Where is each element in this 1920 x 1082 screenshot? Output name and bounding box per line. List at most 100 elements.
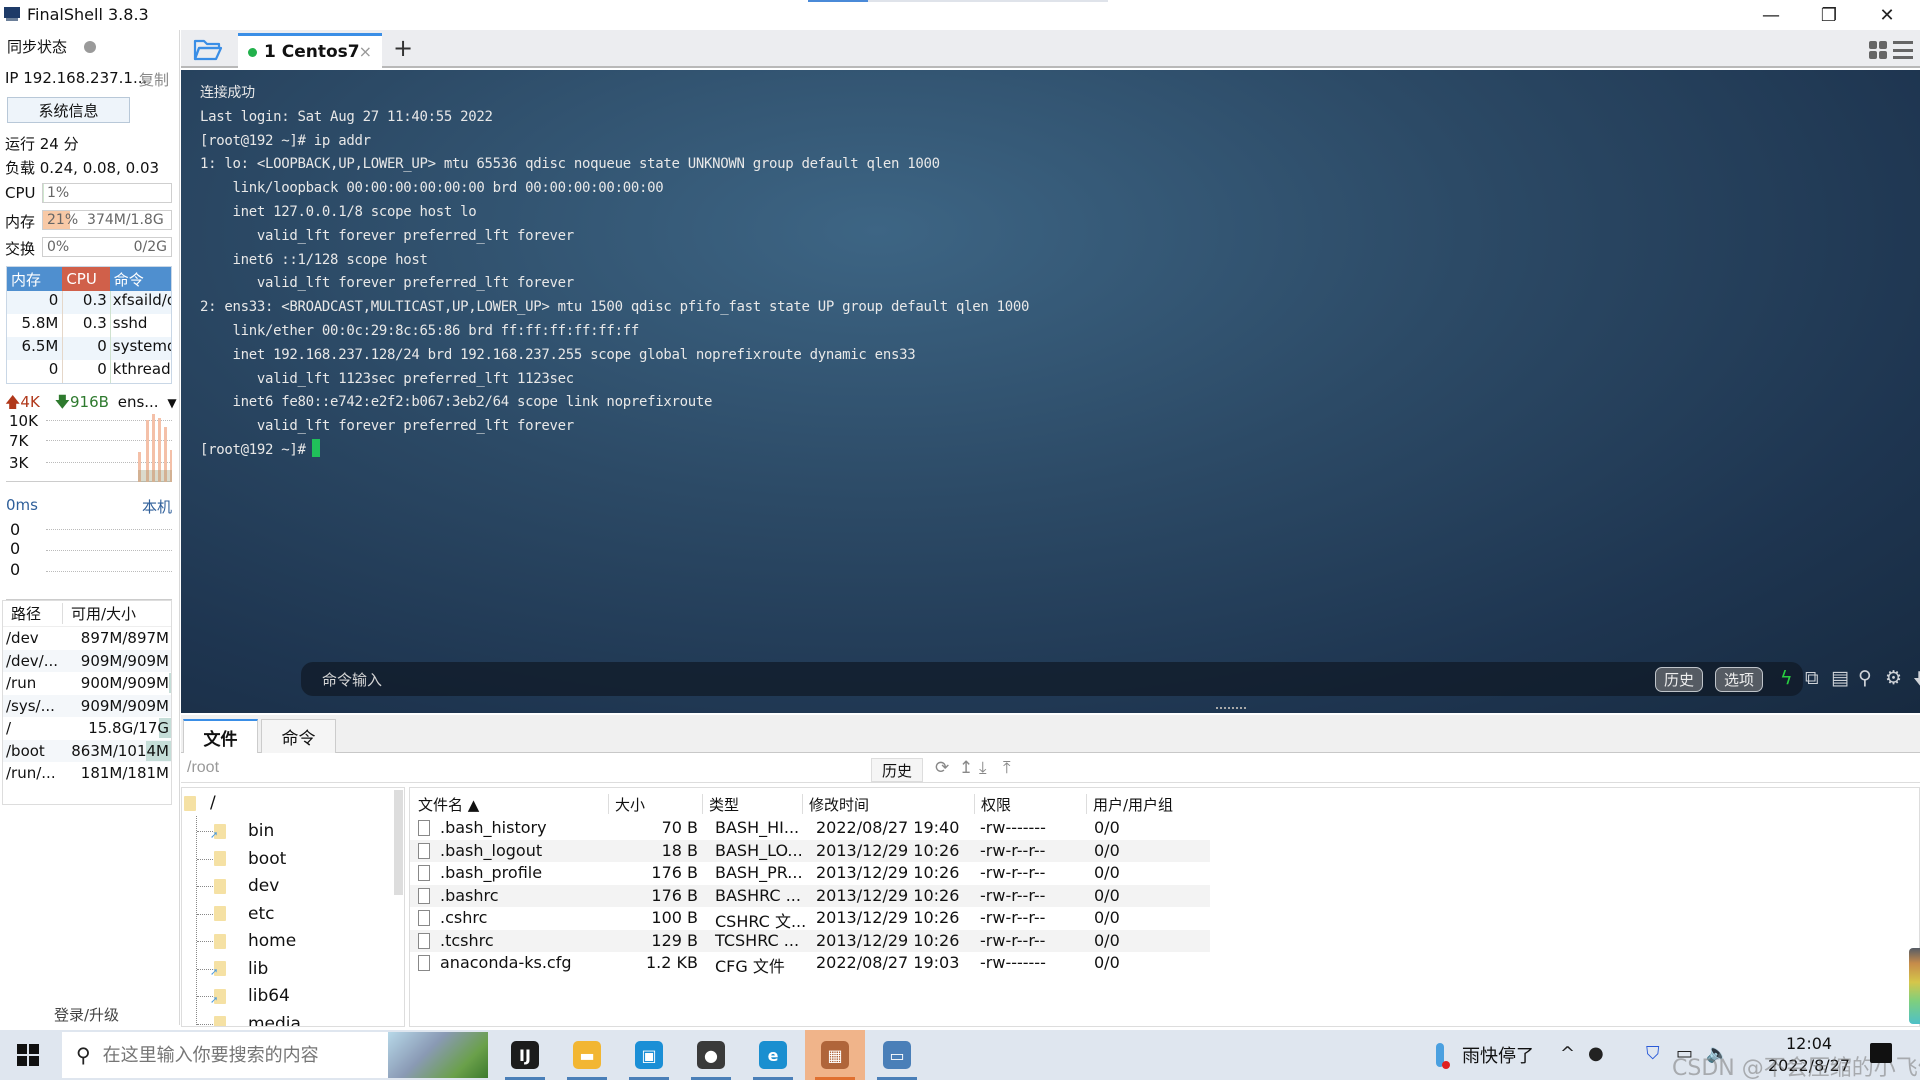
path-history-button[interactable]: 历史	[871, 758, 923, 782]
tree-item-label: media	[248, 1013, 301, 1027]
disk-row[interactable]: /sys/... 909M/909M	[3, 694, 171, 717]
download-icon[interactable]: ⤓	[979, 758, 987, 778]
disk-row[interactable]: / 15.8G/17G	[3, 717, 171, 740]
tree-item-etc[interactable]: etc	[214, 901, 274, 927]
tree-root[interactable]: /	[184, 790, 216, 816]
taskbar-app-file-explorer[interactable]: ▬	[557, 1030, 617, 1080]
taskbar-app-finalshell[interactable]: ▦	[805, 1030, 865, 1080]
disk-row[interactable]: /run/... 181M/181M	[3, 762, 171, 785]
close-tab-icon[interactable]: ×	[359, 42, 372, 61]
column-modified[interactable]: 修改时间	[802, 794, 869, 814]
tree-item-media[interactable]: media	[214, 1011, 301, 1027]
tree-item-lib64[interactable]: ➚ lib64	[210, 983, 290, 1009]
disk-row[interactable]: /dev/... 909M/909M	[3, 649, 171, 672]
tree-item-label: dev	[248, 876, 280, 896]
column-permissions[interactable]: 权限	[974, 794, 1011, 814]
folder-icon	[214, 878, 226, 894]
tab-files[interactable]: 文件	[183, 719, 258, 753]
panel-resize-handle[interactable]	[1216, 707, 1246, 709]
tree-item-dev[interactable]: dev	[214, 873, 279, 899]
qq-icon[interactable]: ●	[1588, 1043, 1604, 1064]
search-icon[interactable]: ⚲	[1858, 667, 1872, 689]
lightning-icon[interactable]: ϟ	[1780, 667, 1793, 689]
grid-layout-icon[interactable]	[1869, 41, 1887, 59]
tree-item-label: lib64	[248, 986, 290, 1006]
windows-start-icon[interactable]	[17, 1044, 39, 1066]
refresh-icon[interactable]: ⟳	[935, 758, 949, 778]
taskbar-search-input[interactable]	[102, 1044, 353, 1066]
tab-commands[interactable]: 命令	[261, 719, 336, 753]
terminal[interactable]: 连接成功 Last login: Sat Aug 27 11:40:55 2022…	[181, 70, 1920, 713]
cpu-meter: 1%	[42, 183, 172, 203]
taskbar-app-user-avatar-app[interactable]: ●	[681, 1030, 741, 1080]
column-owner[interactable]: 用户/用户组	[1086, 794, 1173, 814]
add-tab-button[interactable]: +	[393, 34, 413, 62]
process-row[interactable]: 6.5M 0 systemd	[7, 337, 171, 360]
minimize-button[interactable]: —	[1742, 0, 1800, 30]
intellij-idea-icon: IJ	[511, 1041, 539, 1069]
copy-ip-button[interactable]: 复制	[139, 69, 169, 90]
security-shield-icon[interactable]: ⛉	[1646, 1043, 1660, 1064]
taskbar-app-vmware[interactable]: ▣	[619, 1030, 679, 1080]
header-command[interactable]: 命令	[109, 267, 171, 291]
process-mem: 6.5M	[21, 337, 59, 355]
command-input[interactable]: 命令输入	[322, 669, 382, 690]
disk-row[interactable]: /run 900M/909M	[3, 672, 171, 695]
column-name[interactable]: 文件名 ▲	[412, 794, 479, 814]
path-input[interactable]	[187, 759, 787, 777]
taskbar-app-edge-browser[interactable]: e	[743, 1030, 803, 1080]
column-size[interactable]: 大小	[608, 794, 645, 814]
interface-dropdown-icon[interactable]: ▼	[167, 396, 176, 410]
taskbar-app-intellij-idea[interactable]: IJ	[495, 1030, 555, 1080]
file-type: BASH_LO...	[715, 840, 803, 860]
header-memory[interactable]: 内存	[7, 267, 63, 291]
tree-item-home[interactable]: home	[214, 928, 296, 954]
file-row[interactable]: .bashrc 176 B BASHRC ... 2013/12/29 10:26 -r…	[410, 884, 1210, 907]
file-row[interactable]: .bash_logout 18 B BASH_LO... 2013/12/29 10:…	[410, 839, 1210, 862]
header-path[interactable]: 路径	[3, 603, 63, 624]
tree-scrollbar[interactable]	[394, 790, 403, 895]
file-modified: 2013/12/29 10:26	[816, 930, 960, 950]
show-hidden-icons[interactable]: ^	[1560, 1043, 1575, 1064]
header-size[interactable]: 可用/大小	[63, 603, 136, 624]
file-perms: -rw-r--r--	[980, 930, 1046, 950]
process-row[interactable]: 0 0.3 xfsaild/d	[7, 291, 171, 314]
tree-item-lib[interactable]: ➚ lib	[210, 956, 268, 982]
disk-path: /dev/...	[6, 651, 59, 670]
weather-widget[interactable]: 雨快停了	[1436, 1042, 1534, 1069]
file-row[interactable]: .bash_history 70 B BASH_HI... 2022/08/27 19…	[410, 817, 1210, 840]
process-row[interactable]: 00kthreadd	[7, 360, 171, 383]
gear-icon[interactable]: ⚙	[1885, 667, 1902, 689]
header-cpu[interactable]: CPU	[62, 267, 110, 291]
taskbar-app-remote-desktop[interactable]: ▭	[867, 1030, 927, 1080]
disk-row[interactable]: /boot 863M/1014M	[3, 739, 171, 762]
file-row[interactable]: anaconda-ks.cfg 1.2 KB CFG 文件 2022/08/27 19…	[410, 952, 1210, 976]
disk-row[interactable]: /dev 897M/897M	[3, 627, 171, 650]
side-gauge-widget[interactable]	[1909, 948, 1920, 1024]
file-row[interactable]: .tcshrc 129 B TCSHRC ... 2013/12/29 10:26 -r…	[410, 929, 1210, 952]
maximize-button[interactable]: ❐	[1800, 0, 1858, 30]
file-row[interactable]: .bash_profile 176 B BASH_PR... 2013/12/29 1…	[410, 862, 1210, 885]
parent-dir-icon[interactable]: ↥	[959, 758, 973, 778]
column-type[interactable]: 类型	[702, 794, 739, 814]
options-button[interactable]: 选项	[1715, 667, 1764, 692]
open-folder-icon[interactable]	[193, 37, 223, 61]
history-button[interactable]: 历史	[1655, 667, 1704, 692]
login-upgrade-link[interactable]: 登录/升级	[54, 1004, 119, 1025]
ping-host[interactable]: 本机	[142, 496, 172, 517]
tab-centos7[interactable]: 1 Centos7 ×	[238, 33, 382, 68]
copy-icon[interactable]: ⧉	[1805, 667, 1819, 689]
disk-size: 181M/181M	[80, 764, 169, 783]
file-row[interactable]: .cshrc 100 B CSHRC 文... 2013/12/29 10:26 -rw…	[410, 907, 1210, 931]
tree-item-bin[interactable]: ➚ bin	[210, 818, 274, 844]
tree-item-boot[interactable]: boot	[214, 846, 286, 872]
paste-icon[interactable]: ▤	[1831, 667, 1849, 689]
list-layout-icon[interactable]	[1893, 41, 1913, 59]
upload-icon[interactable]: ⤒	[1003, 758, 1011, 778]
arrow-down-icon[interactable]: 🡇	[1913, 667, 1920, 699]
notification-icon[interactable]	[1870, 1043, 1892, 1063]
taskbar-search[interactable]: ⚲	[62, 1032, 488, 1078]
close-button[interactable]: ✕	[1858, 0, 1916, 30]
system-info-button[interactable]: 系统信息	[7, 97, 130, 123]
process-row[interactable]: 5.8M 0.3 sshd	[7, 314, 171, 337]
